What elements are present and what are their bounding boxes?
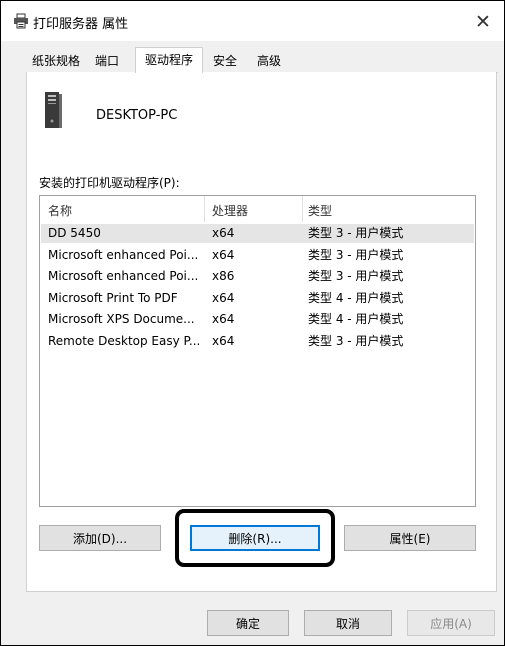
printer-server-properties-window: 打印服务器 属性 ✕ 纸张规格 端口 驱动程序 安全 高级 DESKTOP-PC… — [0, 0, 505, 646]
properties-button[interactable]: 属性(E) — [344, 525, 476, 551]
driver-name: Microsoft XPS Docume... — [48, 312, 195, 326]
driver-type: 类型 3 - 用户模式 — [308, 226, 404, 240]
driver-name: Microsoft enhanced Poi... — [48, 269, 199, 283]
drivers-list[interactable]: 名称 处理器 类型 DD 5450 x64 类型 3 - 用户模式 Micros… — [39, 195, 476, 507]
tab-security[interactable]: 安全 — [203, 51, 247, 72]
column-header-type[interactable]: 类型 — [308, 202, 332, 218]
cancel-button[interactable]: 取消 — [304, 610, 392, 636]
driver-processor: x64 — [212, 248, 235, 262]
close-button[interactable]: ✕ — [469, 9, 497, 35]
column-header-name[interactable]: 名称 — [48, 202, 72, 218]
tab-advanced[interactable]: 高级 — [247, 51, 291, 72]
driver-processor: x64 — [212, 312, 235, 326]
table-row[interactable]: Remote Desktop Easy P... x64 类型 3 - 用户模式 — [41, 332, 474, 351]
driver-type: 类型 3 - 用户模式 — [308, 334, 404, 348]
tab-drivers[interactable]: 驱动程序 — [135, 47, 203, 73]
title-bar: 打印服务器 属性 ✕ — [1, 1, 504, 41]
table-row[interactable]: Microsoft enhanced Poi... x64 类型 3 - 用户模… — [41, 246, 474, 265]
ok-button[interactable]: 确定 — [207, 610, 289, 636]
driver-name: Microsoft Print To PDF — [48, 291, 178, 305]
table-row[interactable]: Microsoft XPS Docume... x64 类型 4 - 用户模式 — [41, 310, 474, 329]
driver-type: 类型 4 - 用户模式 — [308, 291, 404, 305]
printer-icon — [13, 13, 29, 29]
driver-type: 类型 4 - 用户模式 — [308, 312, 404, 326]
driver-processor: x64 — [212, 226, 235, 240]
driver-processor: x64 — [212, 291, 235, 305]
driver-processor: x86 — [212, 269, 235, 283]
apply-button[interactable]: 应用(A) — [407, 610, 495, 636]
table-row[interactable]: DD 5450 x64 类型 3 - 用户模式 — [41, 224, 474, 243]
add-button[interactable]: 添加(D)... — [39, 525, 161, 551]
server-name: DESKTOP-PC — [96, 108, 178, 123]
column-header-processor[interactable]: 处理器 — [212, 202, 248, 218]
window-title: 打印服务器 属性 — [33, 17, 129, 32]
driver-type: 类型 3 - 用户模式 — [308, 269, 404, 283]
table-row[interactable]: Microsoft enhanced Poi... x86 类型 3 - 用户模… — [41, 267, 474, 286]
driver-type: 类型 3 - 用户模式 — [308, 248, 404, 262]
driver-name: Microsoft enhanced Poi... — [48, 248, 199, 262]
table-row[interactable]: Microsoft Print To PDF x64 类型 4 - 用户模式 — [41, 289, 474, 308]
highlight-frame — [175, 509, 335, 567]
tab-paper-sizes[interactable]: 纸张规格 — [26, 51, 86, 72]
driver-name: DD 5450 — [48, 226, 101, 240]
driver-processor: x64 — [212, 334, 235, 348]
driver-name: Remote Desktop Easy P... — [48, 334, 201, 348]
tab-ports[interactable]: 端口 — [86, 51, 128, 72]
column-divider[interactable] — [204, 196, 205, 222]
drivers-list-label: 安装的打印机驱动程序(P): — [39, 176, 180, 190]
column-divider[interactable] — [302, 196, 303, 222]
computer-tower-icon — [43, 91, 63, 131]
